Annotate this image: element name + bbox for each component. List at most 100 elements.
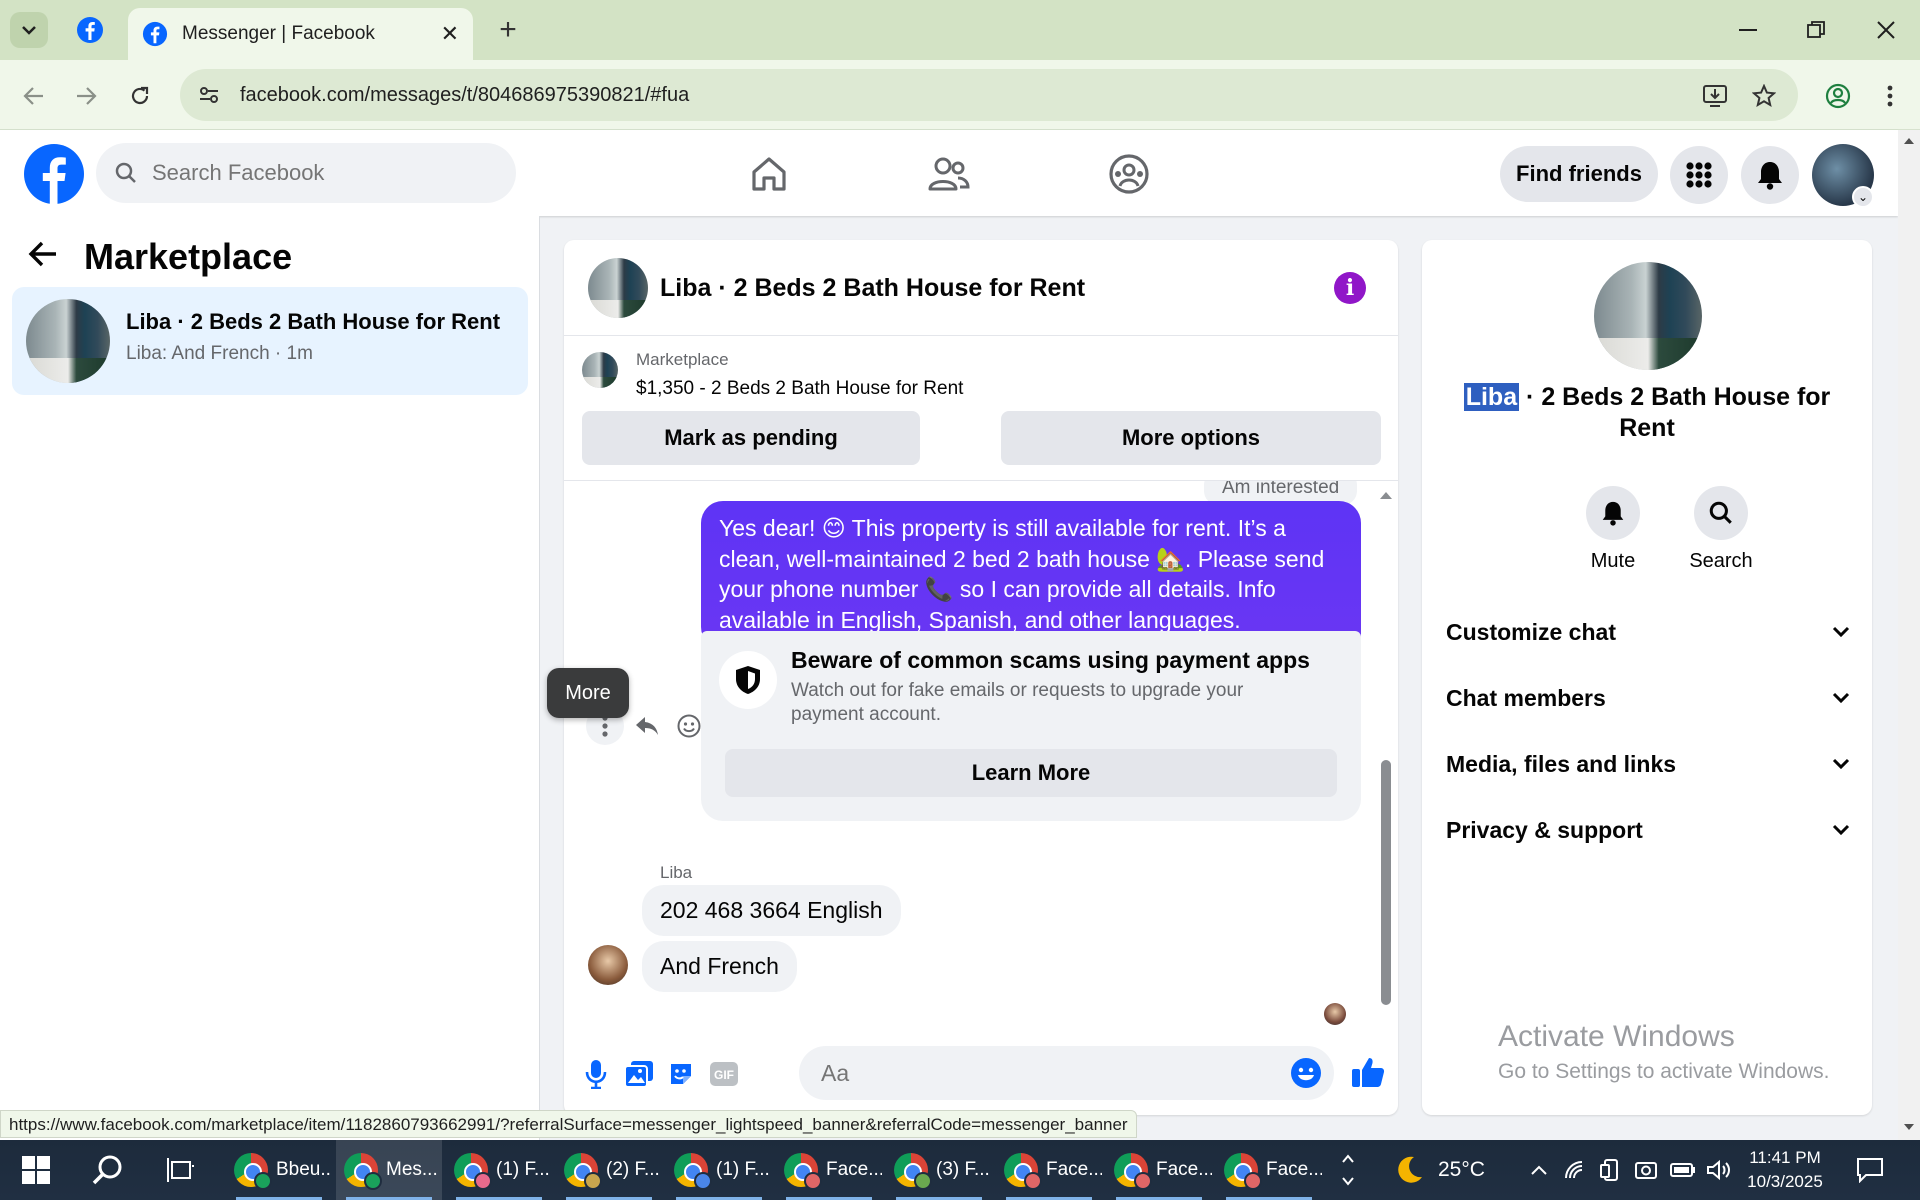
nav-groups[interactable]: [1104, 150, 1154, 198]
meet-tray[interactable]: [1634, 1140, 1658, 1200]
address-bar[interactable]: facebook.com/messages/t/804686975390821/…: [180, 69, 1798, 121]
task-view-button[interactable]: [158, 1148, 202, 1192]
more-options-button[interactable]: More options: [1001, 411, 1381, 465]
details-title-rest: · 2 Beds 2 Bath House for Rent: [1519, 383, 1831, 442]
chevron-up-icon: [1531, 1165, 1547, 1175]
info-icon[interactable]: i: [1334, 272, 1366, 304]
tray-overflow[interactable]: [1530, 1140, 1548, 1200]
chat-thumbnail[interactable]: [588, 258, 648, 318]
tab-messenger[interactable]: Messenger | Facebook ✕: [128, 8, 473, 60]
listing-avatar[interactable]: [1594, 262, 1702, 370]
page-scrollbar[interactable]: [1898, 130, 1920, 1140]
sender-avatar[interactable]: [588, 945, 628, 985]
close-icon: [1877, 21, 1895, 39]
section-media-files-links[interactable]: Media, files and links: [1446, 739, 1850, 789]
taskbar-app[interactable]: Bbeu...: [226, 1140, 332, 1200]
taskbar-app[interactable]: Face...: [776, 1140, 882, 1200]
photo-icon[interactable]: [619, 1054, 659, 1094]
scam-warning-body: Watch out for fake emails or requests to…: [791, 680, 1244, 725]
mute-action[interactable]: Mute: [1568, 486, 1658, 573]
section-privacy-support[interactable]: Privacy & support: [1446, 805, 1850, 855]
message-input-box[interactable]: [799, 1046, 1334, 1100]
nav-friends[interactable]: [924, 150, 974, 198]
wifi-tray[interactable]: [1564, 1140, 1588, 1200]
section-customize-chat[interactable]: Customize chat: [1446, 607, 1850, 657]
scroll-up-icon[interactable]: [1379, 490, 1393, 500]
restore-button[interactable]: [1788, 8, 1844, 52]
chat-scrollbar[interactable]: [1379, 490, 1393, 1020]
marketplace-listing-banner[interactable]: Marketplace $1,350 - 2 Beds 2 Bath House…: [582, 348, 1382, 399]
taskbar-app[interactable]: Face...: [1216, 1140, 1322, 1200]
volume-tray[interactable]: [1706, 1140, 1732, 1200]
taskbar-app[interactable]: (1) F...: [666, 1140, 772, 1200]
windows-taskbar: Bbeu... Mes... (1) F... (2) F... (1) F..…: [0, 1140, 1920, 1200]
close-window-button[interactable]: [1858, 8, 1914, 52]
reload-button[interactable]: [120, 76, 160, 116]
scroll-down-icon[interactable]: [1898, 1120, 1920, 1134]
incoming-message[interactable]: 202 468 3664 English: [642, 885, 901, 936]
battery-tray[interactable]: [1670, 1140, 1696, 1200]
install-app-button[interactable]: [1695, 76, 1735, 116]
notification-center[interactable]: [1856, 1140, 1884, 1200]
outgoing-message[interactable]: Yes dear! 😊 This property is still avail…: [701, 501, 1361, 649]
microphone-icon[interactable]: [576, 1054, 616, 1094]
message-input[interactable]: [821, 1059, 1261, 1087]
search-input[interactable]: [152, 160, 482, 186]
facebook-logo[interactable]: [24, 144, 84, 204]
phone-link-tray[interactable]: [1600, 1140, 1620, 1200]
scroll-thumb[interactable]: [1381, 760, 1391, 1005]
incoming-message[interactable]: And French: [642, 941, 797, 992]
tab-close-icon[interactable]: ✕: [441, 21, 459, 47]
gif-icon[interactable]: GIF: [704, 1054, 744, 1094]
scroll-up-icon[interactable]: [1898, 134, 1920, 148]
weather-widget[interactable]: 25°C: [1392, 1140, 1485, 1200]
taskbar-scroll-arrows[interactable]: [1340, 1140, 1356, 1200]
account-chevron-icon[interactable]: ⌄: [1852, 186, 1874, 208]
find-friends-button[interactable]: Find friends: [1500, 146, 1658, 202]
temperature: 25°C: [1438, 1158, 1485, 1181]
browser-toolbar: facebook.com/messages/t/804686975390821/…: [0, 60, 1920, 130]
minimize-icon: [1739, 29, 1757, 31]
search-action[interactable]: Search: [1676, 486, 1766, 573]
mark-as-pending-button[interactable]: Mark as pending: [582, 411, 920, 465]
nav-home[interactable]: [744, 150, 794, 198]
section-chat-members[interactable]: Chat members: [1446, 673, 1850, 723]
start-button[interactable]: [14, 1148, 58, 1192]
chat-list-panel: Marketplace Liba · 2 Beds 2 Bath House f…: [0, 216, 540, 1140]
chrome-menu-button[interactable]: [1870, 76, 1910, 116]
sticker-icon[interactable]: [661, 1054, 701, 1094]
activate-windows-subtitle: Go to Settings to activate Windows.: [1498, 1060, 1830, 1083]
emoji-icon[interactable]: [1290, 1057, 1322, 1089]
reply-icon[interactable]: [628, 707, 666, 745]
taskbar-app[interactable]: (3) F...: [886, 1140, 992, 1200]
pinned-tab-facebook[interactable]: [68, 14, 112, 46]
taskbar-app[interactable]: Face...: [996, 1140, 1102, 1200]
taskbar-app[interactable]: (2) F...: [556, 1140, 662, 1200]
chevron-down-icon: [22, 26, 36, 35]
profile-button[interactable]: [1818, 76, 1858, 116]
like-icon[interactable]: [1346, 1050, 1390, 1094]
system-clock[interactable]: 11:41 PM 10/3/2025: [1740, 1146, 1830, 1194]
notifications-button[interactable]: [1741, 146, 1799, 204]
taskbar-app[interactable]: (1) F...: [446, 1140, 552, 1200]
minimize-button[interactable]: [1720, 8, 1776, 52]
back-arrow-icon[interactable]: [28, 238, 58, 277]
menu-button[interactable]: [1670, 146, 1728, 204]
forward-button[interactable]: [66, 76, 106, 116]
new-tab-button[interactable]: +: [490, 12, 526, 48]
back-button[interactable]: [14, 76, 54, 116]
learn-more-button[interactable]: Learn More: [725, 749, 1337, 797]
bookmark-button[interactable]: [1744, 76, 1784, 116]
chat-title[interactable]: Liba · 2 Beds 2 Bath House for Rent: [660, 274, 1085, 303]
conversation-item[interactable]: Liba · 2 Beds 2 Bath House for Rent Liba…: [12, 287, 528, 395]
facebook-icon: [142, 21, 168, 47]
arrow-right-icon: [77, 87, 97, 105]
site-settings-icon[interactable]: [198, 84, 220, 106]
react-emoji-icon[interactable]: [670, 707, 708, 745]
taskbar-app[interactable]: Face...: [1106, 1140, 1212, 1200]
phone-link-icon: [1600, 1159, 1618, 1181]
tab-search-dropdown[interactable]: [10, 12, 48, 48]
facebook-search[interactable]: [96, 143, 516, 203]
taskbar-app-active[interactable]: Mes...: [336, 1140, 442, 1200]
taskbar-search-button[interactable]: [86, 1148, 130, 1192]
